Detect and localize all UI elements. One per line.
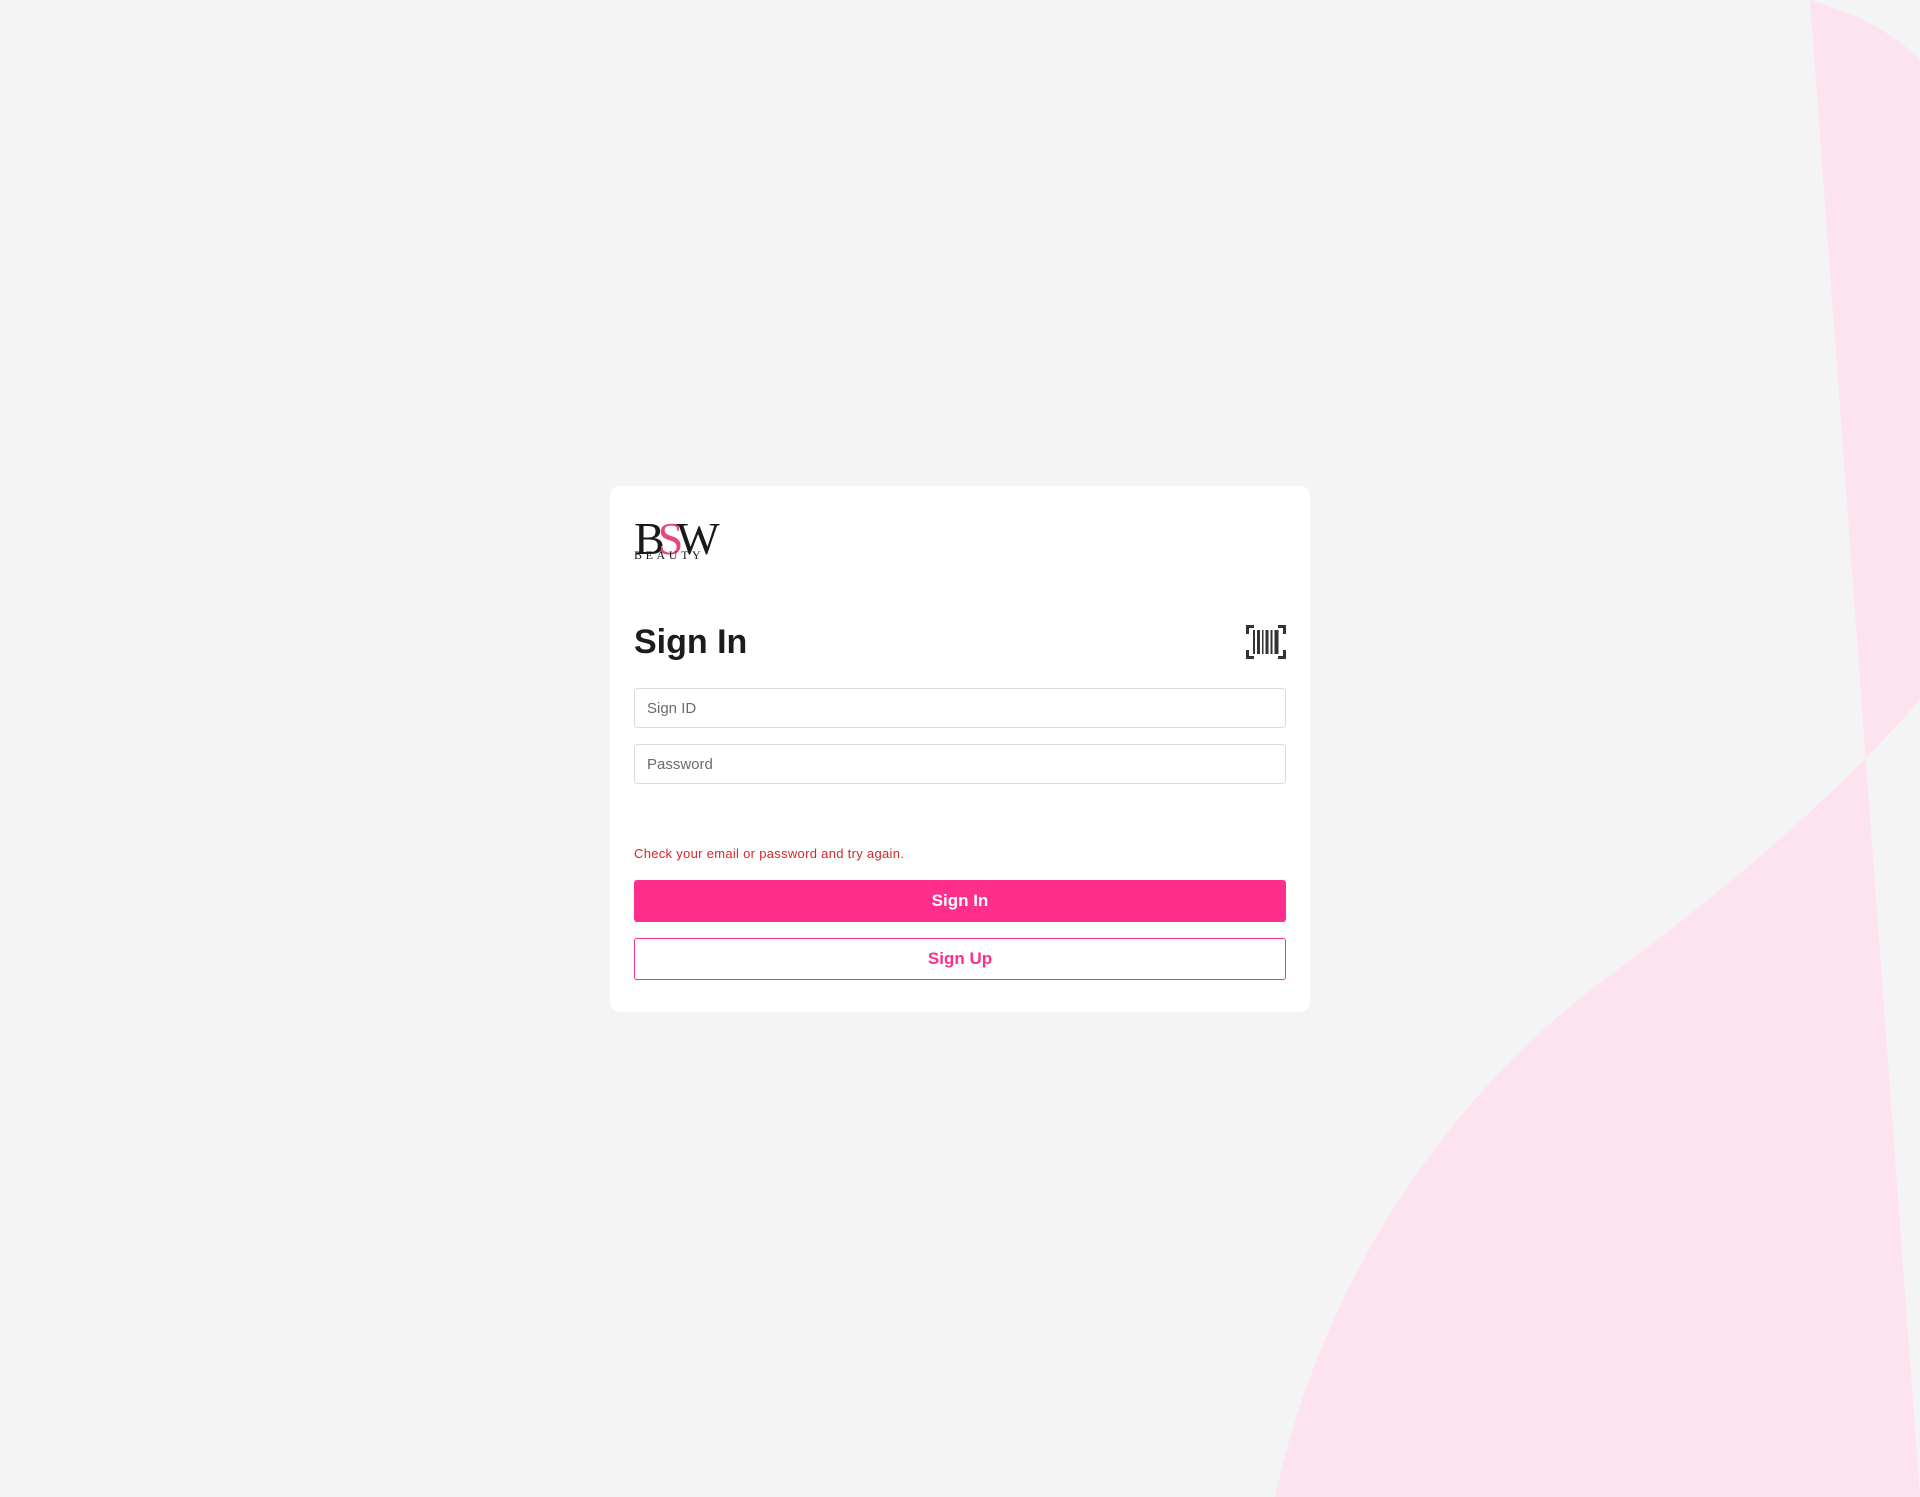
sign-in-button[interactable]: Sign In: [634, 880, 1286, 922]
password-input[interactable]: [634, 744, 1286, 784]
logo-subtitle: BEAUTY: [634, 548, 705, 562]
error-message: Check your email or password and try aga…: [634, 846, 905, 861]
barcode-scan-icon[interactable]: [1246, 625, 1286, 659]
brand-logo: BSW BEAUTY: [634, 516, 720, 566]
sign-up-button[interactable]: Sign Up: [634, 938, 1286, 980]
sign-id-input[interactable]: [634, 688, 1286, 728]
page-title: Sign In: [634, 623, 748, 661]
signin-card: BSW BEAUTY Sign In Check your email or p…: [610, 486, 1310, 1012]
